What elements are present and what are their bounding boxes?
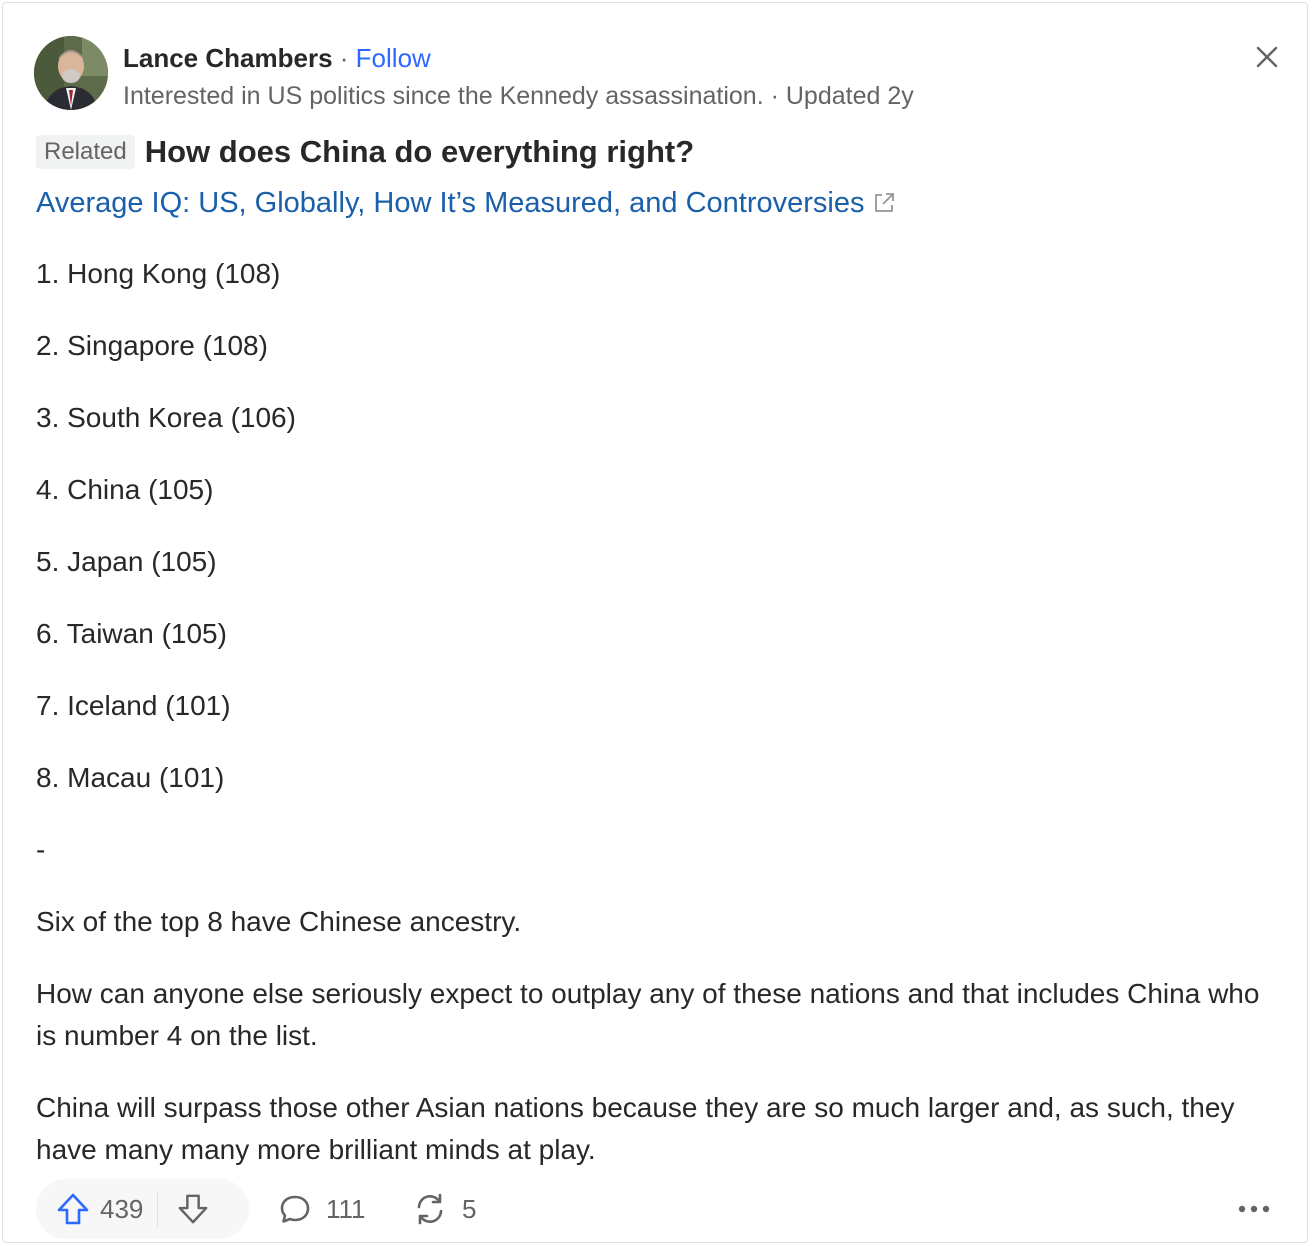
external-link-icon — [872, 191, 896, 215]
dash-separator: - — [36, 834, 46, 865]
list-item: 2. Singapore (108) — [36, 330, 268, 361]
close-icon — [1256, 46, 1278, 68]
upvote-count: 439 — [100, 1193, 144, 1224]
more-options-button[interactable] — [1224, 1179, 1284, 1239]
list-item: 5. Japan (105) — [36, 546, 217, 577]
author-avatar[interactable] — [34, 36, 108, 110]
comment-count: 111 — [326, 1193, 366, 1224]
list-item: 4. China (105) — [36, 474, 214, 505]
upvote-button[interactable]: 439 — [36, 1179, 157, 1239]
list-item: 3. South Korea (106) — [36, 402, 296, 433]
author-credential-line: Interested in US politics since the Kenn… — [123, 80, 914, 112]
list-item: 7. Iceland (101) — [36, 690, 231, 721]
author-name[interactable]: Lance Chambers — [123, 43, 333, 73]
source-link-text[interactable]: Average IQ: US, Globally, How It’s Measu… — [36, 184, 864, 222]
paragraph: Six of the top 8 have Chinese ancestry. — [36, 906, 522, 937]
comment-bubble-icon — [280, 1195, 310, 1223]
author-credential[interactable]: Interested in US politics since the Kenn… — [123, 82, 764, 110]
more-dots-icon — [1238, 1205, 1270, 1213]
follow-button[interactable]: Follow — [356, 43, 431, 73]
list-item: 6. Taiwan (105) — [36, 618, 227, 649]
downvote-button[interactable] — [158, 1179, 228, 1239]
vote-pill: 439 — [36, 1179, 249, 1239]
author-line: Lance Chambers · Follow — [123, 42, 431, 74]
upvote-arrow-icon — [57, 1193, 89, 1225]
share-cycle-icon — [417, 1193, 443, 1225]
question-title[interactable]: How does China do everything right? — [145, 133, 694, 171]
comment-button[interactable]: 111 — [278, 1179, 366, 1239]
list-item: 1. Hong Kong (108) — [36, 258, 281, 289]
paragraph: China will surpass those other Asian nat… — [36, 1092, 1235, 1165]
author-separator: · — [339, 43, 349, 73]
related-badge: Related — [36, 135, 135, 169]
share-button[interactable]: 5 — [412, 1179, 476, 1239]
list-item: 8. Macau (101) — [36, 762, 225, 793]
share-count: 5 — [462, 1193, 477, 1224]
action-bar: 439 111 5 — [36, 1179, 1286, 1239]
answer-body: 1. Hong Kong (108) 2. Singapore (108) 3.… — [36, 253, 1286, 1171]
updated-timestamp[interactable]: · Updated 2y — [771, 82, 914, 110]
source-link[interactable]: Average IQ: US, Globally, How It’s Measu… — [36, 184, 896, 222]
answer-card: Lance Chambers · Follow Interested in US… — [2, 2, 1308, 1243]
downvote-arrow-icon — [178, 1194, 208, 1224]
paragraph: How can anyone else seriously expect to … — [36, 978, 1260, 1051]
related-question: Related How does China do everything rig… — [36, 133, 694, 171]
close-button[interactable] — [1245, 35, 1289, 79]
